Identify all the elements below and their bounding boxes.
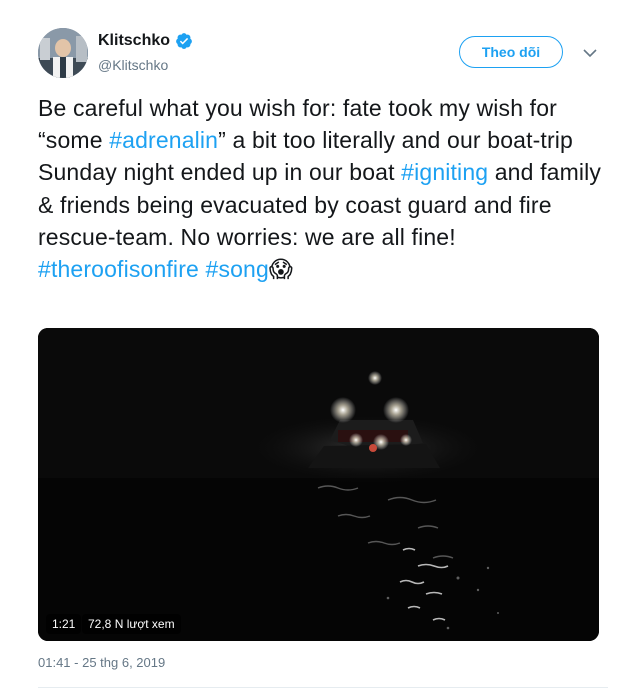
tweet-card: Klitschko @Klitschko Theo dõi Be careful… — [0, 0, 638, 688]
chevron-down-icon[interactable] — [582, 46, 598, 58]
avatar-image — [38, 28, 88, 78]
hashtag-link[interactable]: #igniting — [401, 159, 488, 185]
follow-button[interactable]: Theo dõi — [459, 36, 563, 68]
hashtag-link[interactable]: #theroofisonfire — [38, 256, 199, 282]
hashtag-link[interactable]: #adrenalin — [109, 127, 218, 153]
verified-badge-icon — [175, 32, 193, 50]
avatar[interactable] — [38, 28, 88, 78]
author-name[interactable]: Klitschko — [98, 32, 170, 50]
tweet-timestamp[interactable]: 01:41 - 25 thg 6, 2019 — [38, 655, 165, 670]
video-player[interactable] — [38, 328, 599, 641]
author-handle[interactable]: @Klitschko — [98, 57, 168, 73]
tweet-text: Be careful what you wish for: fate took … — [38, 92, 608, 285]
screaming-face-emoji: 😱 — [268, 256, 294, 283]
hashtag-link[interactable]: #song — [206, 256, 269, 282]
video-view-count: 72,8 N lượt xem — [82, 614, 181, 634]
video-duration: 1:21 — [46, 614, 82, 634]
video-thumbnail — [38, 328, 599, 641]
author-name-row: Klitschko — [98, 32, 193, 50]
